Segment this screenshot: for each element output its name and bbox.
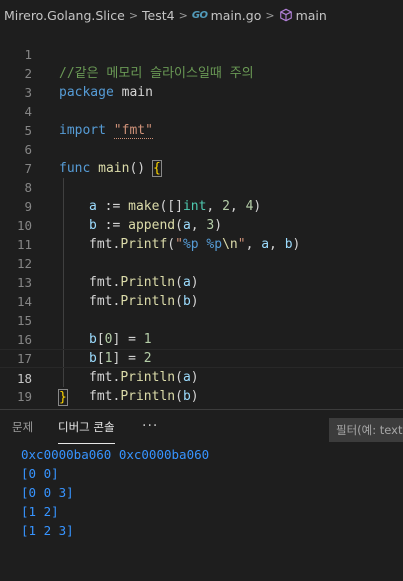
code-editor[interactable]: 1 //같은 메모리 슬라이스일때 주의 2 package main 3 4 … (0, 26, 403, 406)
code-line: 16 fmt.Println(a) (0, 311, 403, 385)
console-line: [0 0] (21, 466, 59, 481)
code-line: 10 (0, 197, 403, 254)
code-line: 19 (0, 368, 403, 404)
code-line: 13 (0, 254, 403, 311)
function-token: Println (120, 389, 176, 404)
chevron-right-icon: > (178, 8, 188, 22)
console-line: [1 2 3] (21, 523, 74, 538)
breadcrumb-item-project[interactable]: Mirero.Golang.Slice (4, 8, 125, 23)
breadcrumb-item-folder[interactable]: Test4 (142, 8, 175, 23)
code-line: 5 (0, 102, 403, 138)
breadcrumb-item-symbol[interactable]: main (296, 8, 327, 23)
chevron-right-icon: > (265, 8, 275, 22)
punct-token: ( (175, 389, 183, 404)
console-line: 0xc0000ba060 0xc0000ba060 (21, 447, 210, 462)
vscode-window: Mirero.Golang.Slice > Test4 > GO main.go… (0, 0, 403, 581)
code-line: 11 fmt.Println(a) (0, 216, 403, 290)
code-line: 3 (0, 64, 403, 100)
punct-token: ) (190, 389, 199, 404)
more-actions-icon[interactable]: ··· (142, 410, 158, 444)
code-line: 2 package main (0, 45, 403, 100)
code-line: 8 b := append(a, 3) (0, 159, 403, 233)
brace-token: } (58, 389, 68, 406)
code-line: 9 fmt.Printf("%p %p\n", a, b) (0, 178, 403, 252)
variable-token: b (182, 389, 191, 404)
code-line: 15 b[1] = 2 (0, 292, 403, 366)
go-file-icon: GO (191, 9, 208, 21)
chevron-right-icon: > (128, 8, 139, 22)
symbol-method-icon (279, 8, 292, 22)
console-line: [1 2] (21, 504, 59, 519)
tab-problems[interactable]: 문제 (12, 410, 33, 444)
code-line: 12 fmt.Println(b) (0, 235, 403, 309)
filter-input[interactable]: 필터(예: text, (329, 418, 403, 442)
line-number: 19 (16, 389, 32, 404)
console-line: [0 0 3] (21, 485, 74, 500)
package-token: fmt (89, 389, 113, 404)
code-line: 14 b[0] = 1 (0, 273, 403, 347)
tab-debug-console[interactable]: 디버그 콘솔 (58, 410, 115, 444)
code-line: 1 //같은 메모리 슬라이스일때 주의 (0, 26, 403, 81)
code-line: 6 func main() { (0, 121, 403, 177)
code-line: 4 import "fmt" (0, 83, 403, 139)
code-line-current: 18 } (0, 349, 403, 406)
breadcrumb-item-file[interactable]: main.go (211, 8, 262, 23)
code-line: 7 a := make([]int, 2, 4) (0, 140, 403, 214)
code-line: 17 fmt.Println(b) (0, 330, 403, 404)
debug-console-output: 0xc0000ba060 0xc0000ba060 [0 0] [0 0 3] … (21, 445, 209, 540)
